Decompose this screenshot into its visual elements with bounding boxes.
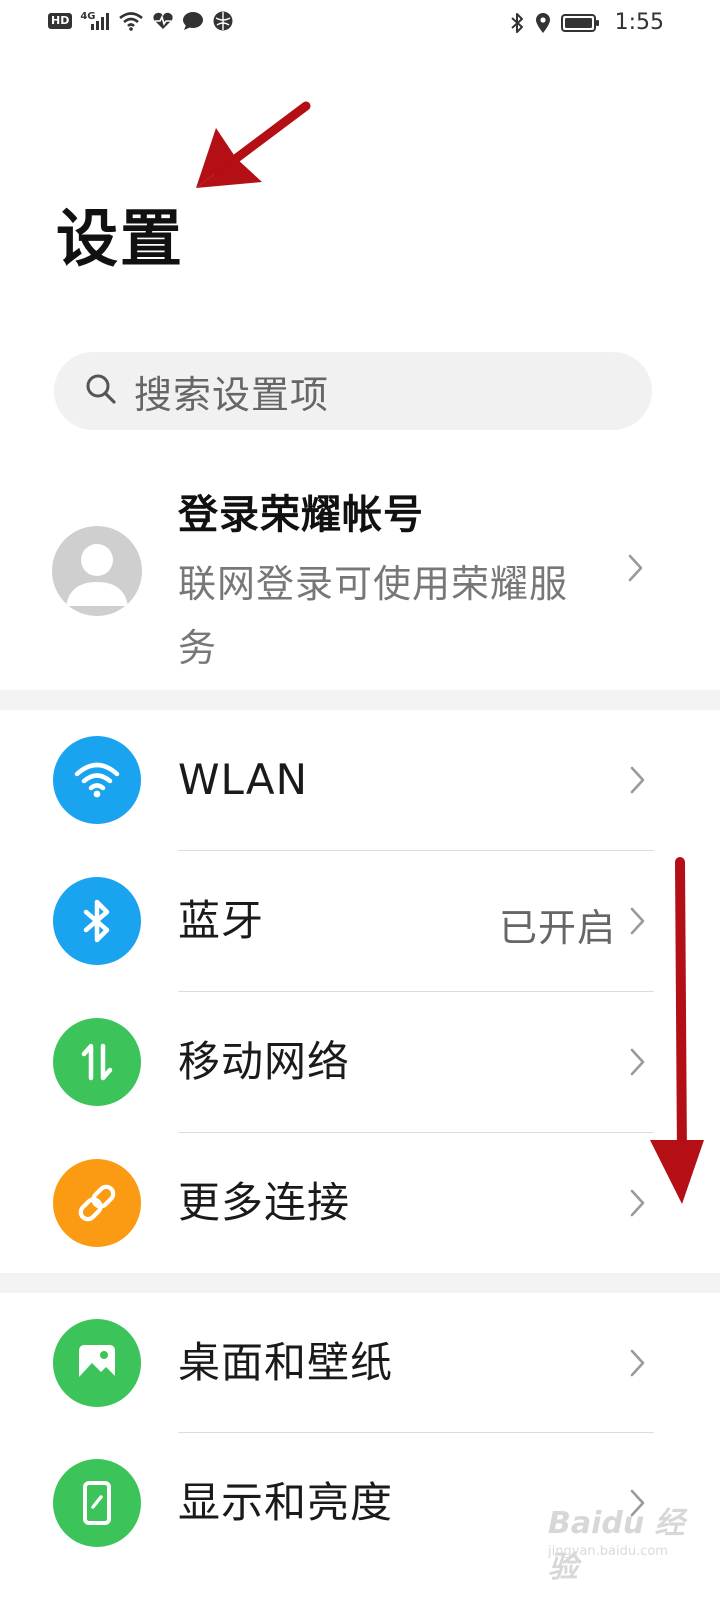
arrow-scroll-down-icon: [650, 857, 704, 1204]
arrow-to-title-icon: [196, 101, 311, 188]
watermark-url: jingyan.baidu.com: [548, 1544, 668, 1559]
watermark: Baidu 经验 jingyan.baidu.com: [540, 1490, 710, 1585]
annotation-overlay: [196, 101, 704, 1204]
watermark-brand: Baidu 经验: [548, 1506, 685, 1585]
settings-screen: HD 4G 1:55 设置 搜索设置项 登录荣耀帐号 联网登录可使用荣耀服务 W…: [0, 0, 720, 1600]
